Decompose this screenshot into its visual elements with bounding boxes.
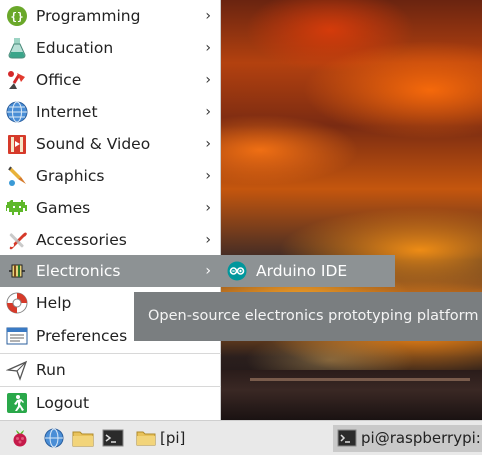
menu-item-label: Logout [36,394,90,412]
games-icon [6,197,28,219]
menu-item-label: Preferences [36,327,128,345]
taskbar-task-file-manager[interactable]: [pi] [132,425,192,452]
menu-item-accessories[interactable]: Accessories › [0,224,221,256]
menu-item-electronics[interactable]: Electronics › [0,255,221,287]
menu-item-label: Education [36,39,114,57]
office-icon [6,69,28,91]
chevron-right-icon: › [205,104,211,120]
menu-item-graphics[interactable]: Graphics › [0,160,221,192]
submenu-item-arduino-ide[interactable]: Arduino IDE [221,255,395,287]
chevron-right-icon: › [205,136,211,152]
terminal-icon [337,429,357,447]
graphics-icon [6,165,28,187]
menu-item-label: Electronics [36,262,121,280]
chevron-right-icon: › [205,200,211,216]
tooltip: Open-source electronics prototyping plat… [134,292,482,341]
help-icon [6,292,28,314]
application-menu: {} Programming › Education › Office › In… [0,0,221,420]
chevron-right-icon: › [205,232,211,248]
chevron-right-icon: › [205,72,211,88]
menu-item-label: Programming [36,7,141,25]
menu-item-label: Internet [36,103,98,121]
menu-item-games[interactable]: Games › [0,192,221,224]
menu-item-label: Help [36,294,72,312]
taskbar-task-label: pi@raspberrypi: ~ [361,429,482,447]
menu-item-label: Sound & Video [36,135,151,153]
menu-item-label: Games [36,199,91,217]
menu-item-logout[interactable]: Logout [0,387,221,419]
menu-item-label: Accessories [36,231,127,249]
submenu-electronics: Arduino IDE [221,255,395,287]
menu-item-internet[interactable]: Internet › [0,96,221,128]
chevron-right-icon: › [205,168,211,184]
education-icon [6,37,28,59]
web-browser-icon[interactable] [44,428,64,448]
menu-item-programming[interactable]: {} Programming › [0,0,221,32]
preferences-icon [6,325,28,347]
terminal-icon[interactable] [102,428,124,448]
menu-item-sound-video[interactable]: Sound & Video › [0,128,221,160]
menu-item-label: Graphics [36,167,105,185]
file-manager-icon[interactable] [72,428,94,448]
menu-item-label: Run [36,361,66,379]
internet-icon [6,101,28,123]
programming-icon: {} [6,5,28,27]
chevron-right-icon: › [205,40,211,56]
menu-item-label: Office [36,71,82,89]
chevron-right-icon: › [205,263,211,279]
menu-item-office[interactable]: Office › [0,64,221,96]
wallpaper-glint [250,378,470,381]
svg-text:{}: {} [10,10,23,23]
electronics-icon [6,260,28,282]
raspberry-menu-icon[interactable] [10,428,30,448]
taskbar-task-label: [pi] [160,429,186,447]
taskbar: [pi] pi@raspberrypi: ~ [0,420,482,455]
run-icon [6,359,28,381]
chevron-right-icon: › [205,8,211,24]
sound-video-icon [6,133,28,155]
taskbar-task-terminal[interactable]: pi@raspberrypi: ~ [333,425,482,452]
accessories-icon [6,229,28,251]
folder-icon [136,429,156,447]
logout-icon [6,392,28,414]
menu-item-run[interactable]: Run [0,354,221,386]
menu-item-education[interactable]: Education › [0,32,221,64]
arduino-icon [227,261,247,281]
submenu-item-label: Arduino IDE [256,262,348,280]
